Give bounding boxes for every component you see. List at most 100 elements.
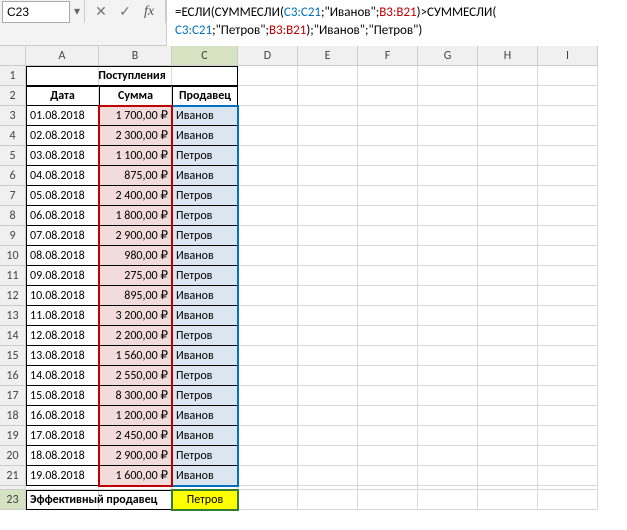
fx-icon[interactable]: fx — [137, 2, 161, 22]
row-header-14[interactable]: 14 — [0, 326, 26, 346]
cell[interactable] — [238, 166, 298, 186]
cell[interactable] — [418, 406, 478, 426]
cell[interactable] — [358, 166, 418, 186]
cell[interactable] — [418, 186, 478, 206]
cell-date[interactable]: 14.08.2018 — [26, 366, 99, 386]
row-header-17[interactable]: 17 — [0, 386, 26, 406]
cell[interactable] — [418, 166, 478, 186]
cell[interactable] — [538, 490, 598, 510]
cell-seller[interactable]: Петров — [172, 206, 238, 226]
cell[interactable] — [478, 106, 538, 126]
footer-value[interactable]: Петров — [172, 490, 238, 510]
column-header-C[interactable]: C — [172, 46, 238, 66]
cell[interactable] — [538, 66, 598, 86]
namebox-dropdown-icon[interactable]: ▾ — [70, 1, 84, 23]
cell-seller[interactable]: Иванов — [172, 346, 238, 366]
row-header-1[interactable]: 1 — [0, 66, 26, 86]
cell[interactable] — [358, 466, 418, 486]
row-header-18[interactable]: 18 — [0, 406, 26, 426]
cell[interactable] — [298, 366, 358, 386]
cell[interactable] — [238, 446, 298, 466]
cell-sum[interactable]: 1 800,00 ₽ — [99, 206, 172, 226]
cell[interactable] — [238, 226, 298, 246]
cell[interactable] — [478, 286, 538, 306]
cell-seller[interactable]: Петров — [172, 146, 238, 166]
cell[interactable] — [358, 226, 418, 246]
cell[interactable] — [358, 386, 418, 406]
row-header-23[interactable]: 23 — [0, 490, 26, 510]
cell-date[interactable]: 15.08.2018 — [26, 386, 99, 406]
cell-sum[interactable]: 1 600,00 ₽ — [99, 466, 172, 486]
cancel-icon[interactable]: ✕ — [89, 2, 113, 22]
cell-date[interactable]: 09.08.2018 — [26, 266, 99, 286]
row-header-4[interactable]: 4 — [0, 126, 26, 146]
row-header-6[interactable]: 6 — [0, 166, 26, 186]
cell-date[interactable]: 10.08.2018 — [26, 286, 99, 306]
cell[interactable] — [418, 426, 478, 446]
cell[interactable] — [238, 146, 298, 166]
cell[interactable] — [238, 266, 298, 286]
cell-sum[interactable]: 2 550,00 ₽ — [99, 366, 172, 386]
row-header-21[interactable]: 21 — [0, 466, 26, 486]
col-header-seller[interactable]: Продавец — [172, 86, 238, 106]
cell-seller[interactable]: Иванов — [172, 106, 238, 126]
row-header-15[interactable]: 15 — [0, 346, 26, 366]
row-header-16[interactable]: 16 — [0, 366, 26, 386]
cell[interactable] — [538, 206, 598, 226]
cell[interactable] — [238, 286, 298, 306]
row-header-8[interactable]: 8 — [0, 206, 26, 226]
cell-seller[interactable]: Петров — [172, 226, 238, 246]
cell[interactable] — [298, 266, 358, 286]
cell[interactable] — [238, 466, 298, 486]
cell[interactable] — [418, 86, 478, 106]
cell[interactable] — [358, 406, 418, 426]
column-header-A[interactable]: A — [26, 46, 99, 66]
cell[interactable] — [238, 326, 298, 346]
select-all-corner[interactable] — [0, 46, 26, 66]
cell[interactable] — [298, 406, 358, 426]
cell[interactable] — [478, 146, 538, 166]
cell[interactable] — [478, 166, 538, 186]
cell[interactable] — [538, 406, 598, 426]
cell[interactable] — [478, 326, 538, 346]
cell[interactable] — [298, 86, 358, 106]
cell-sum[interactable]: 2 900,00 ₽ — [99, 226, 172, 246]
cell-date[interactable]: 16.08.2018 — [26, 406, 99, 426]
cell[interactable] — [358, 266, 418, 286]
cell-date[interactable]: 04.08.2018 — [26, 166, 99, 186]
cell[interactable] — [358, 186, 418, 206]
cell[interactable] — [538, 446, 598, 466]
column-header-H[interactable]: H — [478, 46, 538, 66]
cell[interactable] — [358, 146, 418, 166]
cell[interactable] — [418, 126, 478, 146]
cell[interactable] — [478, 426, 538, 446]
cell[interactable] — [418, 366, 478, 386]
cell[interactable] — [298, 206, 358, 226]
name-box[interactable] — [2, 1, 70, 23]
col-header-sum[interactable]: Сумма — [99, 86, 172, 106]
cell[interactable] — [298, 106, 358, 126]
cell-date[interactable]: 03.08.2018 — [26, 146, 99, 166]
cell[interactable] — [298, 386, 358, 406]
cell[interactable] — [358, 86, 418, 106]
cell[interactable] — [478, 386, 538, 406]
cell[interactable] — [298, 166, 358, 186]
cell[interactable] — [238, 490, 298, 510]
cell[interactable] — [538, 86, 598, 106]
cell[interactable] — [538, 246, 598, 266]
row-header-20[interactable]: 20 — [0, 446, 26, 466]
column-header-G[interactable]: G — [418, 46, 478, 66]
cell-sum[interactable]: 2 300,00 ₽ — [99, 126, 172, 146]
cell[interactable] — [238, 306, 298, 326]
column-header-E[interactable]: E — [298, 46, 358, 66]
row-header-3[interactable]: 3 — [0, 106, 26, 126]
cell[interactable] — [358, 106, 418, 126]
table-title[interactable]: Поступления — [26, 66, 238, 86]
cell-seller[interactable]: Петров — [172, 386, 238, 406]
cell[interactable] — [358, 206, 418, 226]
cell[interactable] — [298, 286, 358, 306]
cell-sum[interactable]: 8 300,00 ₽ — [99, 386, 172, 406]
cell[interactable] — [238, 106, 298, 126]
cell[interactable] — [418, 226, 478, 246]
cell-sum[interactable]: 980,00 ₽ — [99, 246, 172, 266]
